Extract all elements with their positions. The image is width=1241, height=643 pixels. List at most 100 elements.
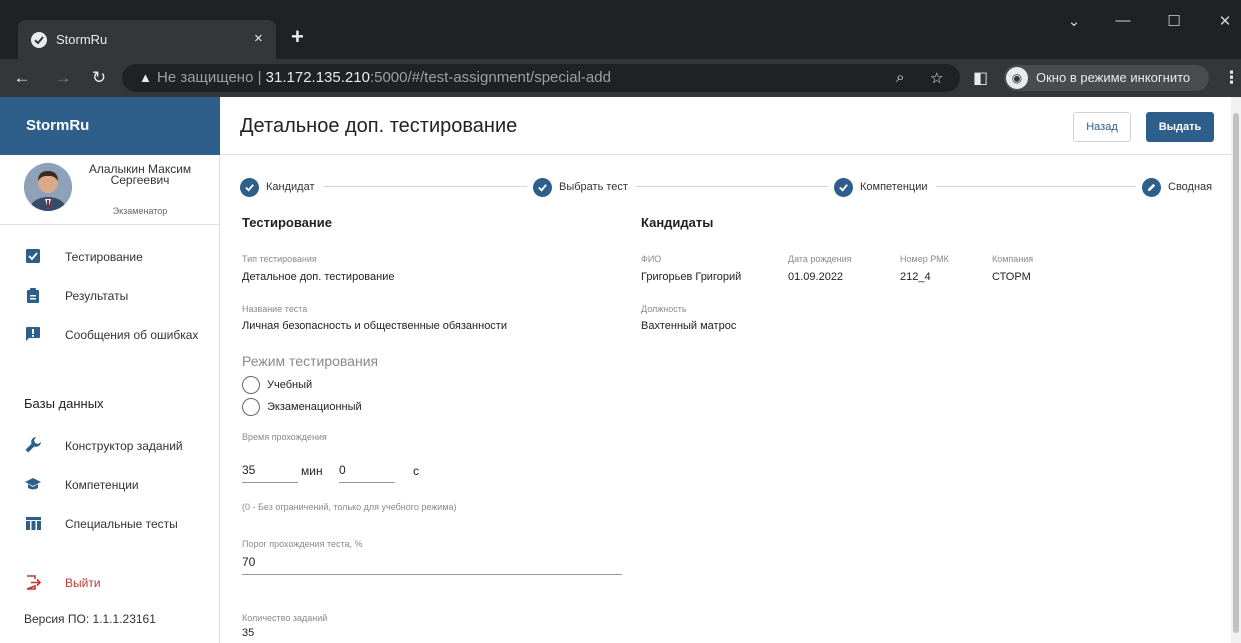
databases-heading: Базы данных bbox=[24, 396, 104, 411]
step-summary[interactable]: Сводная bbox=[1136, 177, 1213, 197]
stepper: Кандидат Выбрать тест Компетенции Сводна… bbox=[240, 177, 1215, 197]
forward-arrow-icon[interactable]: → bbox=[53, 68, 73, 88]
test-type-value: Детальное доп. тестирование bbox=[242, 271, 395, 283]
sidebar-item-task-builder[interactable]: Конструктор заданий bbox=[0, 431, 220, 461]
warning-icon: ▲ bbox=[139, 70, 152, 85]
time-label: Время прохождения bbox=[242, 432, 327, 442]
new-tab-button[interactable]: + bbox=[291, 26, 304, 48]
reload-icon[interactable]: ↻ bbox=[89, 68, 109, 88]
user-role: Экзаменатор bbox=[112, 206, 168, 216]
sidebar-item-label: Компетенции bbox=[65, 478, 139, 492]
sidebar-item-testing[interactable]: Тестирование bbox=[0, 242, 220, 272]
zoom-icon[interactable]: ⌕ bbox=[896, 69, 904, 86]
sidebar-item-label: Результаты bbox=[65, 289, 129, 303]
check-circle-icon bbox=[31, 32, 47, 48]
logout-icon bbox=[25, 574, 41, 590]
clipboard-icon bbox=[25, 287, 41, 303]
sidebar-item-label: Специальные тесты bbox=[65, 517, 178, 531]
app-page: StormRu Алалыкин Максим Сергеевич Экзаме… bbox=[0, 97, 1241, 643]
task-count-label: Количество заданий bbox=[242, 613, 328, 623]
logout-label: Выйти bbox=[65, 576, 101, 590]
browser-tab[interactable]: StormRu × bbox=[18, 20, 276, 60]
maximize-icon[interactable]: ☐ bbox=[1164, 12, 1184, 30]
user-profile: Алалыкин Максим Сергеевич Экзаменатор bbox=[0, 155, 220, 225]
radio-circle bbox=[242, 376, 260, 394]
candidate-name: Григорьев Григорий bbox=[641, 271, 742, 283]
checkbox-icon bbox=[25, 248, 41, 264]
seconds-unit: с bbox=[413, 464, 419, 478]
step-label: Компетенции bbox=[860, 181, 928, 193]
table-icon bbox=[25, 515, 41, 531]
test-name-value: Личная безопасность и общественные обяза… bbox=[242, 320, 507, 332]
browser-toolbar: ← → ↻ ▲ Не защищено | 31.172.135.210:500… bbox=[0, 59, 1241, 97]
incognito-badge[interactable]: ◉ Окно в режиме инкогнито bbox=[1004, 65, 1209, 91]
alert-message-icon bbox=[25, 326, 41, 342]
position-label: Должность bbox=[641, 304, 687, 314]
minutes-input[interactable]: 35 bbox=[242, 463, 298, 483]
star-icon[interactable]: ☆ bbox=[930, 69, 943, 87]
graduation-cap-icon bbox=[25, 476, 41, 492]
incognito-icon: ◉ bbox=[1006, 67, 1028, 89]
menu-dots-icon[interactable]: ⋮ bbox=[1223, 68, 1240, 88]
minutes-unit: мин bbox=[301, 464, 323, 478]
sidebar-item-label: Тестирование bbox=[65, 250, 143, 264]
column-header: Компания bbox=[992, 254, 1034, 264]
minutes-value: 35 bbox=[242, 463, 256, 477]
scrollbar-thumb[interactable] bbox=[1233, 113, 1239, 633]
radio-circle bbox=[242, 398, 260, 416]
check-icon bbox=[834, 177, 853, 197]
candidate-birthdate: 01.09.2022 bbox=[788, 271, 844, 283]
seconds-input[interactable]: 0 bbox=[339, 463, 395, 483]
side-panel-icon[interactable]: ◧ bbox=[973, 68, 988, 88]
user-name: Алалыкин Максим Сергеевич bbox=[88, 162, 192, 187]
close-window-icon[interactable]: ✕ bbox=[1215, 12, 1235, 30]
logout-button[interactable]: Выйти bbox=[0, 568, 220, 598]
minimize-icon[interactable]: — bbox=[1113, 12, 1133, 29]
step-candidate[interactable]: Кандидат bbox=[240, 177, 323, 197]
browser-titlebar: StormRu × + ⌄ — ☐ ✕ bbox=[0, 0, 1241, 60]
sidebar-item-results[interactable]: Результаты bbox=[0, 281, 220, 311]
software-version: Версия ПО: 1.1.1.23161 bbox=[24, 612, 156, 626]
close-tab-icon[interactable]: × bbox=[254, 30, 263, 48]
back-button[interactable]: Назад bbox=[1073, 112, 1131, 142]
stepper-line bbox=[250, 186, 1210, 187]
sidebar-item-special-tests[interactable]: Специальные тесты bbox=[0, 509, 220, 539]
main-content: Детальное доп. тестирование Назад Выдать… bbox=[220, 97, 1231, 643]
brand-logo[interactable]: StormRu bbox=[26, 117, 89, 134]
sidebar-item-error-reports[interactable]: Сообщения об ошибках bbox=[0, 320, 220, 350]
radio-label: Экзаменационный bbox=[267, 401, 362, 413]
avatar bbox=[24, 163, 72, 211]
url-path: :5000/#/test-assignment/special-add bbox=[369, 69, 611, 86]
tab-title: StormRu bbox=[56, 32, 108, 47]
step-choose-test[interactable]: Выбрать тест bbox=[527, 177, 636, 197]
page-header: Детальное доп. тестирование Назад Выдать bbox=[220, 97, 1231, 155]
security-warning: Не защищено bbox=[157, 69, 254, 86]
radio-training[interactable]: Учебный bbox=[242, 376, 442, 394]
time-hint: (0 - Без ограничений, только для учебног… bbox=[242, 502, 457, 512]
step-label: Кандидат bbox=[266, 181, 315, 193]
seconds-value: 0 bbox=[339, 463, 346, 477]
page-title: Детальное доп. тестирование bbox=[240, 115, 518, 137]
radio-exam[interactable]: Экзаменационный bbox=[242, 398, 442, 416]
sidebar-item-label: Сообщения об ошибках bbox=[65, 328, 199, 342]
mode-heading: Режим тестирования bbox=[242, 353, 379, 369]
check-icon bbox=[533, 177, 552, 197]
check-icon bbox=[240, 177, 259, 197]
chevron-down-icon[interactable]: ⌄ bbox=[1064, 12, 1084, 30]
incognito-label: Окно в режиме инкогнито bbox=[1036, 70, 1191, 85]
url-host: 31.172.135.210 bbox=[265, 69, 370, 86]
scrollbar[interactable] bbox=[1231, 97, 1241, 643]
column-header: Номер РМК bbox=[900, 254, 949, 264]
candidate-rmk-number: 212_4 bbox=[900, 271, 931, 283]
column-header: Дата рождения bbox=[788, 254, 852, 264]
sidebar-item-competencies[interactable]: Компетенции bbox=[0, 470, 220, 500]
back-arrow-icon[interactable]: ← bbox=[12, 68, 32, 88]
step-label: Сводная bbox=[1168, 181, 1213, 193]
task-count-value: 35 bbox=[242, 627, 255, 639]
position-value: Вахтенный матрос bbox=[641, 320, 737, 332]
threshold-input[interactable]: 70 bbox=[242, 555, 622, 575]
candidates-heading: Кандидаты bbox=[641, 215, 714, 230]
step-competencies[interactable]: Компетенции bbox=[828, 177, 936, 197]
issue-button[interactable]: Выдать bbox=[1146, 112, 1214, 142]
address-bar[interactable]: ▲ Не защищено | 31.172.135.210:5000/#/te… bbox=[122, 64, 960, 92]
